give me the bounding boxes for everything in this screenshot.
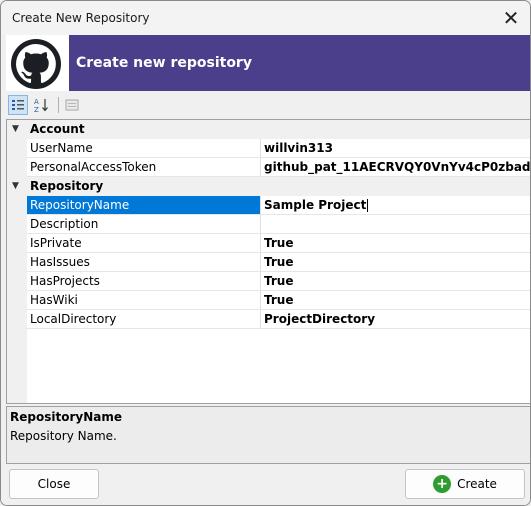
help-panel: RepositoryName Repository Name. (6, 406, 530, 464)
property-pages-icon (65, 99, 79, 111)
dialog-header: Create new repository (6, 35, 530, 91)
property-value[interactable]: True (261, 234, 530, 253)
help-description: Repository Name. (10, 429, 117, 443)
property-row-personal-access-token[interactable]: PersonalAccessToken github_pat_11AECRVQY… (7, 158, 530, 177)
dialog-window: Create New Repository ✕ Create new repos… (0, 0, 531, 506)
property-value[interactable]: ProjectDirectory (261, 310, 530, 329)
close-icon[interactable]: ✕ (499, 6, 523, 30)
property-value[interactable]: True (261, 291, 530, 310)
window-title: Create New Repository (12, 11, 150, 25)
property-row-has-wiki[interactable]: HasWiki True (7, 291, 530, 310)
property-name[interactable]: UserName (27, 139, 261, 158)
category-account[interactable]: ▼ Account (7, 120, 530, 139)
property-value-text: Sample Project (264, 198, 367, 212)
property-row-description[interactable]: Description (7, 215, 530, 234)
close-button-label: Close (37, 477, 71, 491)
property-name[interactable]: HasProjects (27, 272, 261, 291)
property-value[interactable]: True (261, 253, 530, 272)
dialog-footer: Close + Create (1, 464, 530, 505)
property-value[interactable]: True (261, 272, 530, 291)
property-row-has-issues[interactable]: HasIssues True (7, 253, 530, 272)
property-name[interactable]: LocalDirectory (27, 310, 261, 329)
category-label: Repository (30, 179, 104, 193)
property-row-is-private[interactable]: IsPrivate True (7, 234, 530, 253)
property-value-editor[interactable]: Sample Project (261, 196, 530, 215)
property-name[interactable]: HasIssues (27, 253, 261, 272)
close-button[interactable]: Close (9, 469, 99, 499)
category-repository[interactable]: ▼ Repository (7, 177, 530, 196)
property-row-username[interactable]: UserName willvin313 (7, 139, 530, 158)
plus-icon: + (433, 475, 452, 493)
property-row-has-projects[interactable]: HasProjects True (7, 272, 530, 291)
property-value[interactable]: github_pat_11AECRVQY0VnYv4cP0zbad_eLkwYi (261, 158, 530, 177)
property-name[interactable]: IsPrivate (27, 234, 261, 253)
alphabetical-sort-button[interactable]: A Z (32, 95, 52, 115)
categorized-view-icon (12, 100, 24, 110)
category-label: Account (30, 122, 85, 136)
help-title: RepositoryName (10, 410, 122, 424)
text-caret (367, 199, 369, 212)
title-bar: Create New Repository ✕ (1, 1, 530, 35)
property-grid-toolbar: A Z (6, 93, 530, 117)
property-value[interactable] (261, 215, 530, 234)
sort-alphabetical-icon: A Z (34, 98, 48, 113)
property-value[interactable]: willvin313 (261, 139, 530, 158)
property-row-local-directory[interactable]: LocalDirectory ProjectDirectory (7, 310, 530, 329)
categorized-view-button[interactable] (8, 95, 28, 115)
create-button[interactable]: + Create (405, 469, 525, 499)
svg-text:A: A (34, 98, 39, 106)
property-name[interactable]: Description (27, 215, 261, 234)
property-pages-button[interactable] (62, 95, 82, 115)
property-name[interactable]: RepositoryName (27, 196, 261, 215)
github-logo-icon (11, 39, 61, 89)
toolbar-separator (58, 97, 59, 113)
create-button-label: Create (457, 477, 497, 491)
chevron-down-icon[interactable]: ▼ (12, 177, 22, 196)
logo-container (6, 35, 69, 91)
svg-text:Z: Z (34, 106, 39, 113)
property-grid: ▼ Account UserName willvin313 PersonalAc… (6, 119, 530, 404)
property-row-repository-name[interactable]: RepositoryName Sample Project (7, 196, 530, 215)
header-title: Create new repository (76, 55, 252, 71)
property-name[interactable]: HasWiki (27, 291, 261, 310)
property-name[interactable]: PersonalAccessToken (27, 158, 261, 177)
chevron-down-icon[interactable]: ▼ (12, 120, 22, 139)
